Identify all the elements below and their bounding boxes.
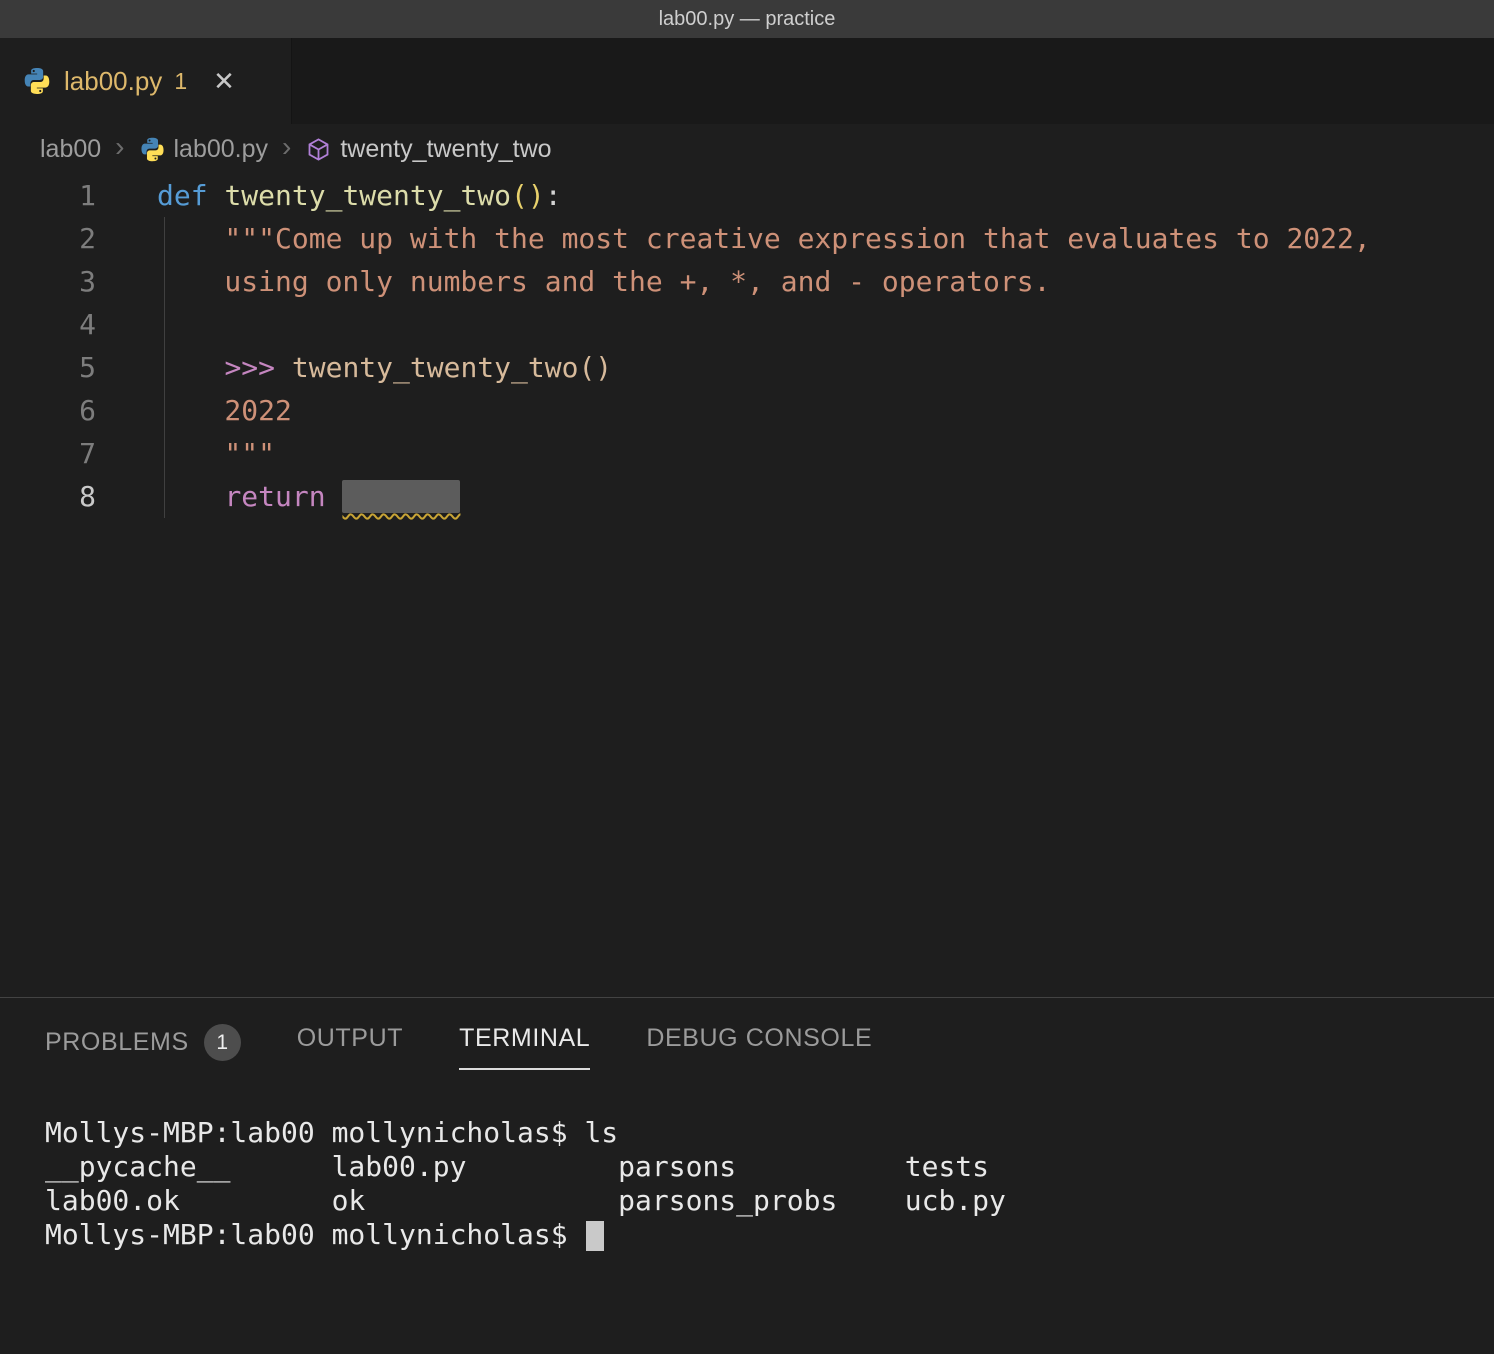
python-icon <box>22 66 52 96</box>
code-line[interactable]: 8 return <box>0 475 1494 518</box>
code-line[interactable]: 1def twenty_twenty_two(): <box>0 174 1494 217</box>
code-text: """Come up with the most creative expres… <box>96 217 1371 260</box>
code-lines: 1def twenty_twenty_two():2 """Come up wi… <box>0 174 1494 518</box>
window-title: lab00.py — practice <box>659 8 836 31</box>
symbol-cube-icon <box>305 136 332 163</box>
tab-problems-badge: 1 <box>174 68 187 95</box>
tab-label: lab00.py <box>64 66 162 97</box>
terminal-line: __pycache__ lab00.py parsons tests <box>45 1150 1494 1184</box>
code-line[interactable]: 6 2022 <box>0 389 1494 432</box>
terminal-line: lab00.ok ok parsons_probs ucb.py <box>45 1184 1494 1218</box>
token-kw: def <box>157 179 208 212</box>
breadcrumb-symbol[interactable]: twenty_twenty_two <box>340 135 551 164</box>
tab-lab00py[interactable]: lab00.py 1 ✕ <box>0 38 292 124</box>
code-text: using only numbers and the +, *, and - o… <box>96 260 1050 303</box>
line-number: 4 <box>0 303 96 346</box>
indent-guide <box>164 217 165 518</box>
panel-tab-problems[interactable]: PROBLEMS 1 <box>45 1024 241 1076</box>
token-pl: : <box>545 179 562 212</box>
close-icon[interactable]: ✕ <box>213 66 235 97</box>
code-text: """ <box>96 432 275 475</box>
token-br: () <box>511 179 545 212</box>
problems-count-badge: 1 <box>204 1024 241 1061</box>
code-line[interactable]: 5 >>> twenty_twenty_two() <box>0 346 1494 389</box>
terminal[interactable]: Mollys-MBP:lab00 mollynicholas$ ls__pyca… <box>0 1076 1494 1252</box>
token-str: """ <box>157 437 275 470</box>
line-number: 3 <box>0 260 96 303</box>
python-icon <box>139 136 166 163</box>
token-str: 2022 <box>157 394 292 427</box>
line-number: 8 <box>0 475 96 518</box>
code-line[interactable]: 7 """ <box>0 432 1494 475</box>
token-str <box>157 480 224 513</box>
code-text: return <box>96 475 460 518</box>
chevron-right-icon: › <box>115 131 124 163</box>
code-text: def twenty_twenty_two(): <box>96 174 562 217</box>
panel-tab-bar: PROBLEMS 1 OUTPUT TERMINAL DEBUG CONSOLE <box>0 998 1494 1076</box>
token-str: """Come up with the most creative expres… <box>157 222 1371 255</box>
token-ret: return <box>224 480 325 513</box>
panel-tab-debug-console[interactable]: DEBUG CONSOLE <box>646 1024 872 1068</box>
code-editor[interactable]: 1def twenty_twenty_two():2 """Come up wi… <box>0 174 1494 997</box>
token-pl <box>326 480 343 513</box>
vscode-window: lab00.py — practice lab00.py 1 ✕ lab00 ›… <box>0 0 1494 1354</box>
terminal-cursor <box>586 1221 604 1251</box>
breadcrumb-file[interactable]: lab00.py <box>174 135 269 164</box>
code-line[interactable]: 3 using only numbers and the +, *, and -… <box>0 260 1494 303</box>
title-bar: lab00.py — practice <box>0 0 1494 38</box>
line-number: 5 <box>0 346 96 389</box>
code-line[interactable]: 2 """Come up with the most creative expr… <box>0 217 1494 260</box>
code-line[interactable]: 4 <box>0 303 1494 346</box>
line-number: 7 <box>0 432 96 475</box>
token-fn: twenty_twenty_two <box>224 179 511 212</box>
token-str: using only numbers and the +, *, and - o… <box>157 265 1050 298</box>
token-doc: twenty_twenty_two() <box>292 351 612 384</box>
bottom-panel: PROBLEMS 1 OUTPUT TERMINAL DEBUG CONSOLE Mol… <box>0 997 1494 1354</box>
line-number: 6 <box>0 389 96 432</box>
chevron-right-icon: › <box>282 131 291 163</box>
breadcrumb-folder[interactable]: lab00 <box>40 135 101 164</box>
panel-tab-output[interactable]: OUTPUT <box>297 1024 403 1068</box>
token-str <box>275 351 292 384</box>
token-str <box>157 351 224 384</box>
panel-tab-label: DEBUG CONSOLE <box>646 1024 872 1053</box>
panel-tab-label: TERMINAL <box>459 1024 590 1053</box>
panel-tab-terminal[interactable]: TERMINAL <box>459 1024 590 1070</box>
terminal-line: Mollys-MBP:lab00 mollynicholas$ ls <box>45 1116 1494 1150</box>
code-text <box>96 303 157 346</box>
tab-bar: lab00.py 1 ✕ <box>0 38 1494 124</box>
terminal-line: Mollys-MBP:lab00 mollynicholas$ <box>45 1218 1494 1252</box>
panel-tab-label: PROBLEMS <box>45 1028 189 1057</box>
selection-highlight <box>342 480 460 513</box>
line-number: 2 <box>0 217 96 260</box>
code-text: >>> twenty_twenty_two() <box>96 346 612 389</box>
token-prompt: >>> <box>224 351 275 384</box>
line-number: 1 <box>0 174 96 217</box>
panel-tab-label: OUTPUT <box>297 1024 403 1053</box>
code-text: 2022 <box>96 389 292 432</box>
breadcrumb: lab00 › lab00.py › twenty_twenty_two <box>0 124 1494 174</box>
token-pl <box>208 179 225 212</box>
